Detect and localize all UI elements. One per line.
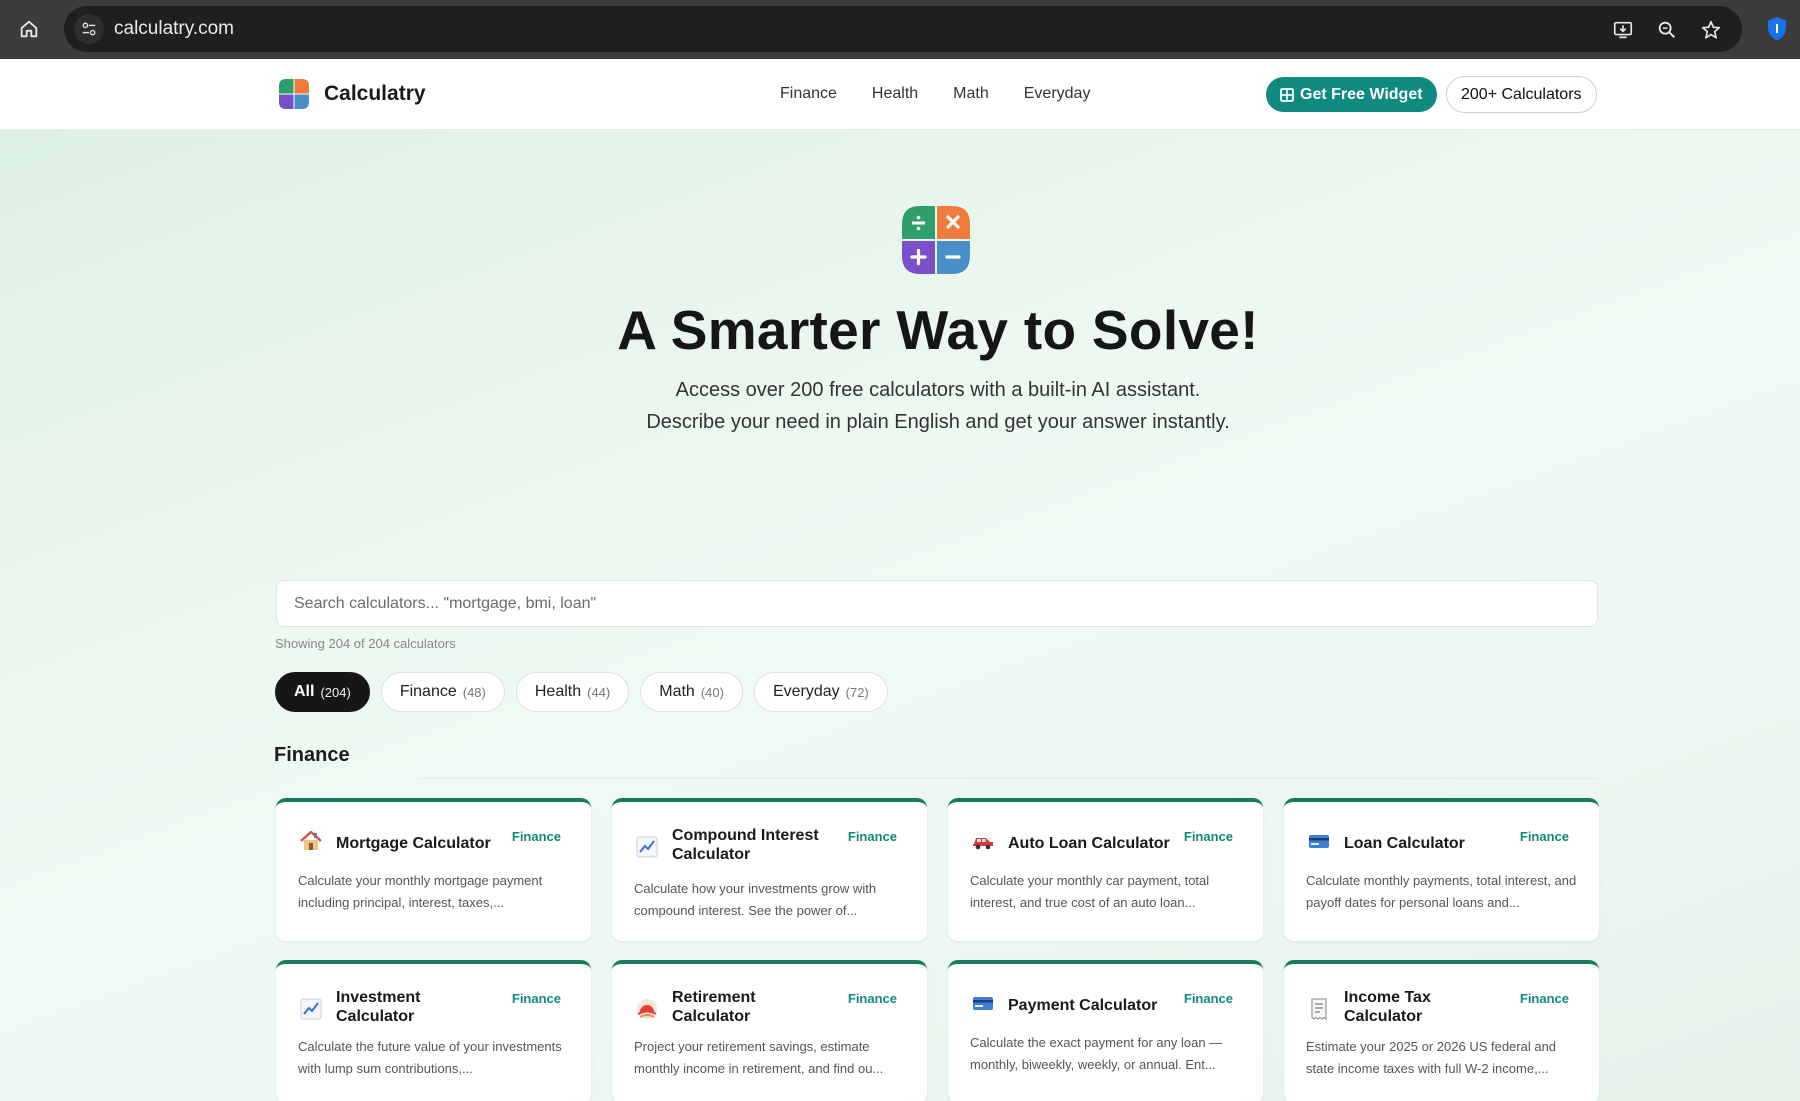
card-description: Calculate the future value of your inves… xyxy=(298,1039,562,1076)
credit-card-icon xyxy=(1306,828,1332,854)
get-free-widget-label: Get Free Widget xyxy=(1300,85,1423,103)
card-title: Mortgage Calculator xyxy=(336,835,491,852)
filter-count: (204) xyxy=(320,684,351,700)
install-app-icon[interactable] xyxy=(1610,17,1636,43)
card-title: Retirement Calculator xyxy=(672,989,756,1025)
card-category-tag: Finance xyxy=(1183,991,1233,1006)
brand-link[interactable]: Calculatry xyxy=(276,76,426,112)
chart-increasing-icon xyxy=(634,834,660,860)
filter-finance[interactable]: Finance (48) xyxy=(380,672,505,712)
card-title: Investment Calculator xyxy=(336,989,421,1025)
url-text[interactable]: calculatry.com xyxy=(114,18,234,40)
filter-everyday[interactable]: Everyday (72) xyxy=(753,672,888,712)
address-bar[interactable]: calculatry.com xyxy=(64,6,1742,52)
hero-subtitle-line-1: Access over 200 free calculators with a … xyxy=(675,379,1201,401)
calculatry-logo-icon xyxy=(279,79,309,109)
calculator-card-income-tax[interactable]: Income Tax Calculator Finance Estimate y… xyxy=(1284,960,1599,1101)
chart-increasing-icon xyxy=(298,996,324,1022)
card-category-tag: Finance xyxy=(511,991,561,1006)
zoom-icon[interactable] xyxy=(1654,17,1680,43)
filter-label: Everyday xyxy=(772,683,840,700)
receipt-icon xyxy=(1306,996,1332,1022)
sunset-icon xyxy=(634,996,660,1022)
calculator-card-investment[interactable]: Investment Calculator Finance Calculate … xyxy=(276,960,591,1101)
card-description: Project your retirement savings, estimat… xyxy=(634,1039,884,1076)
card-title: Income Tax Calculator xyxy=(1344,989,1431,1025)
card-description: Calculate the exact payment for any loan… xyxy=(970,1035,1223,1072)
card-category-tag: Finance xyxy=(1519,991,1569,1006)
filter-label: Health xyxy=(534,683,582,700)
calculator-card-loan[interactable]: Loan Calculator Finance Calculate monthl… xyxy=(1284,798,1599,941)
nav-math[interactable]: Math xyxy=(953,85,989,103)
card-description: Calculate your monthly car payment, tota… xyxy=(970,873,1210,910)
card-description: Estimate your 2025 or 2026 US federal an… xyxy=(1306,1039,1557,1076)
card-title: Compound Interest Calculator xyxy=(672,827,819,863)
filter-all[interactable]: All (204) xyxy=(275,672,370,712)
credit-card-icon xyxy=(970,990,996,1016)
nav-health[interactable]: Health xyxy=(872,85,918,103)
results-count: Showing 204 of 204 calculators xyxy=(275,636,456,651)
card-title: Payment Calculator xyxy=(1008,997,1158,1014)
card-category-tag: Finance xyxy=(1519,829,1569,844)
filter-label: All xyxy=(294,683,315,700)
nav-everyday[interactable]: Everyday xyxy=(1024,85,1091,103)
calculator-grid: Mortgage Calculator Finance Calculate yo… xyxy=(276,798,1599,1101)
filter-health[interactable]: Health (44) xyxy=(515,672,630,712)
bookmark-star-icon[interactable] xyxy=(1698,17,1724,43)
card-category-tag: Finance xyxy=(847,829,897,844)
nav-finance[interactable]: Finance xyxy=(780,85,837,103)
hero-title: A Smarter Way to Solve! xyxy=(617,299,1259,361)
card-description: Calculate how your investments grow with… xyxy=(634,881,877,918)
calculator-card-auto-loan[interactable]: Auto Loan Calculator Finance Calculate y… xyxy=(948,798,1263,941)
card-title: Auto Loan Calculator xyxy=(1008,835,1170,852)
filter-count: (40) xyxy=(700,684,724,700)
car-icon xyxy=(970,828,996,854)
get-free-widget-button[interactable]: Get Free Widget xyxy=(1266,77,1437,112)
all-calculators-button[interactable]: 200+ Calculators xyxy=(1446,76,1597,113)
hero-subtitle-line-2: Describe your need in plain English and … xyxy=(646,411,1230,433)
card-category-tag: Finance xyxy=(511,829,561,844)
hero-calculator-logo-icon xyxy=(902,206,970,274)
password-manager-shield-icon[interactable] xyxy=(1763,14,1791,44)
filter-count: (48) xyxy=(462,684,486,700)
card-description: Calculate monthly payments, total intere… xyxy=(1306,873,1577,910)
calculator-card-retirement[interactable]: Retirement Calculator Finance Project yo… xyxy=(612,960,927,1101)
browser-toolbar: calculatry.com xyxy=(0,0,1800,59)
calculator-card-mortgage[interactable]: Mortgage Calculator Finance Calculate yo… xyxy=(276,798,591,941)
site-settings-icon[interactable] xyxy=(74,14,104,44)
filter-label: Finance xyxy=(399,683,457,700)
calculator-card-compound-interest[interactable]: Compound Interest Calculator Finance Cal… xyxy=(612,798,927,941)
calculator-card-payment[interactable]: Payment Calculator Finance Calculate the… xyxy=(948,960,1263,1101)
home-icon[interactable] xyxy=(14,14,44,44)
house-icon xyxy=(298,828,324,854)
filter-math[interactable]: Math (40) xyxy=(640,672,743,712)
filter-label: Math xyxy=(659,683,695,700)
calculator-search-input[interactable] xyxy=(276,580,1598,627)
category-filters: All (204) Finance (48) Health (44) Math (40)… xyxy=(275,672,888,712)
section-divider xyxy=(420,778,1598,779)
hero-subtitle: Access over 200 free calculators with a … xyxy=(0,374,1800,438)
card-category-tag: Finance xyxy=(847,991,897,1006)
filter-count: (44) xyxy=(587,684,611,700)
filter-count: (72) xyxy=(845,684,869,700)
main-content: A Smarter Way to Solve! Access over 200 … xyxy=(0,130,1800,1101)
site-header: Calculatry Finance Health Math Everyday … xyxy=(0,59,1800,130)
card-description: Calculate your monthly mortgage payment … xyxy=(298,873,543,910)
card-category-tag: Finance xyxy=(1183,829,1233,844)
widget-grid-icon xyxy=(1280,87,1294,102)
main-nav: Finance Health Math Everyday xyxy=(780,85,1090,103)
card-title: Loan Calculator xyxy=(1344,835,1465,852)
brand-name: Calculatry xyxy=(324,82,426,105)
section-title-finance: Finance xyxy=(274,744,350,766)
